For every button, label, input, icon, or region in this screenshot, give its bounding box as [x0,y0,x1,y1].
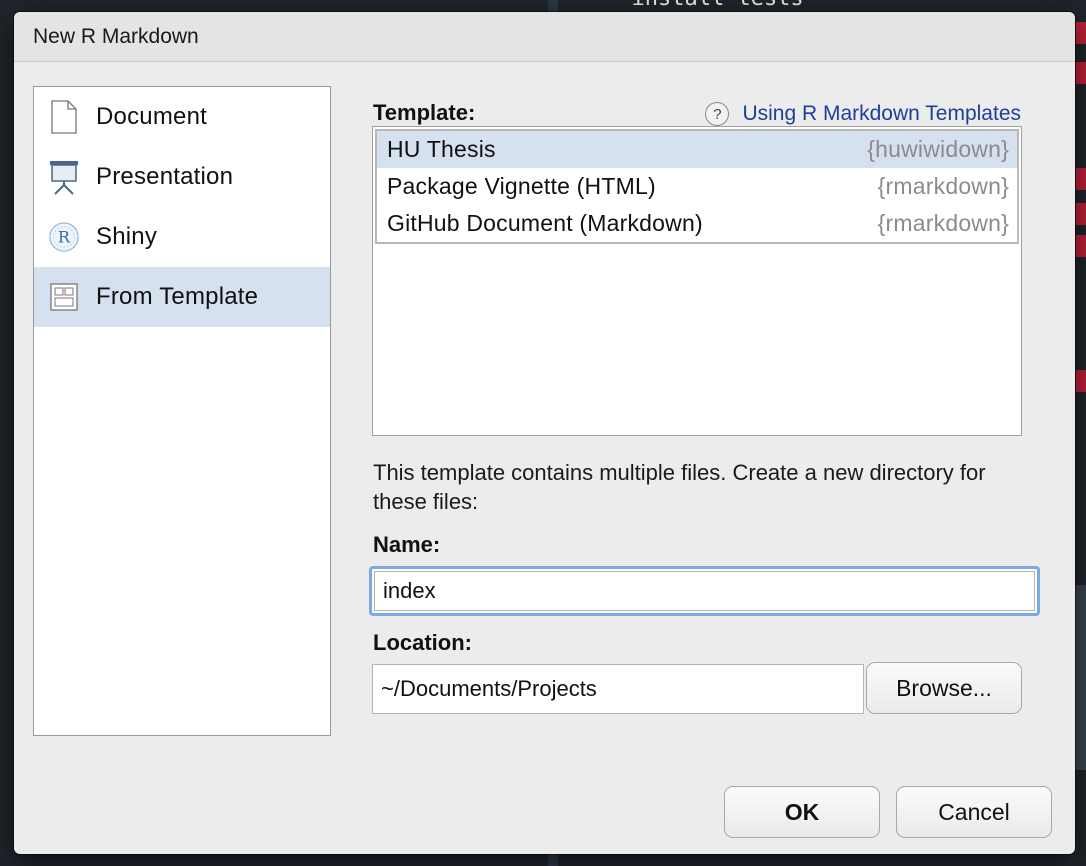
type-item-document[interactable]: Document [34,87,330,147]
location-label: Location: [373,630,472,655]
editor-error-marker [1076,235,1086,257]
new-r-markdown-dialog: New R Markdown Document Presentation R S… [14,12,1075,854]
type-item-shiny[interactable]: R Shiny [34,207,330,267]
ok-button[interactable]: OK [724,786,880,838]
template-icon [48,279,80,315]
editor-error-marker [1076,22,1086,44]
dialog-titlebar: New R Markdown [14,12,1075,62]
type-item-label: Shiny [96,223,158,250]
template-row-hu-thesis[interactable]: HU Thesis {huwiwidown} [377,131,1017,168]
type-item-presentation[interactable]: Presentation [34,147,330,207]
presentation-icon [48,159,80,195]
template-row-github-document[interactable]: GitHub Document (Markdown) {rmarkdown} [377,205,1017,242]
editor-error-marker [1076,370,1086,392]
document-icon [48,99,80,135]
browse-button[interactable]: Browse... [866,662,1022,714]
cancel-button[interactable]: Cancel [896,786,1052,838]
type-item-label: From Template [96,283,259,310]
template-package: {rmarkdown} [877,210,1009,236]
editor-error-marker [1076,168,1086,190]
location-input[interactable] [372,664,864,714]
location-input-wrapper [372,664,864,714]
template-list: HU Thesis {huwiwidown} Package Vignette … [375,129,1019,244]
background-panel [1074,585,1086,770]
template-name: Package Vignette (HTML) [387,173,656,199]
svg-text:R: R [58,228,71,247]
output-type-list: Document Presentation R Shiny From Templ… [33,86,331,736]
template-list-box: HU Thesis {huwiwidown} Package Vignette … [372,126,1022,436]
type-item-label: Presentation [96,163,234,190]
name-input[interactable] [374,571,1035,611]
type-item-from-template[interactable]: From Template [34,267,330,327]
template-package: {huwiwidown} [867,136,1009,162]
dialog-content: Document Presentation R Shiny From Templ… [14,62,1075,854]
template-info-text: This template contains multiple files. C… [373,460,986,514]
shiny-icon: R [48,219,80,255]
help-icon: ? [705,102,730,126]
dialog-title: New R Markdown [33,24,199,48]
type-item-label: Document [96,103,207,130]
template-name: GitHub Document (Markdown) [387,210,703,236]
name-input-wrapper [369,566,1040,616]
help-link[interactable]: ? Using R Markdown Templates [705,102,1021,126]
help-link-label[interactable]: Using R Markdown Templates [742,102,1021,126]
template-label: Template: [373,100,476,125]
template-name: HU Thesis [387,136,496,162]
template-row-package-vignette[interactable]: Package Vignette (HTML) {rmarkdown} [377,168,1017,205]
editor-error-marker [1076,62,1086,84]
editor-error-marker [1076,203,1086,225]
background-code-line: --install-tests [605,0,804,11]
name-label: Name: [373,532,441,557]
template-package: {rmarkdown} [877,173,1009,199]
